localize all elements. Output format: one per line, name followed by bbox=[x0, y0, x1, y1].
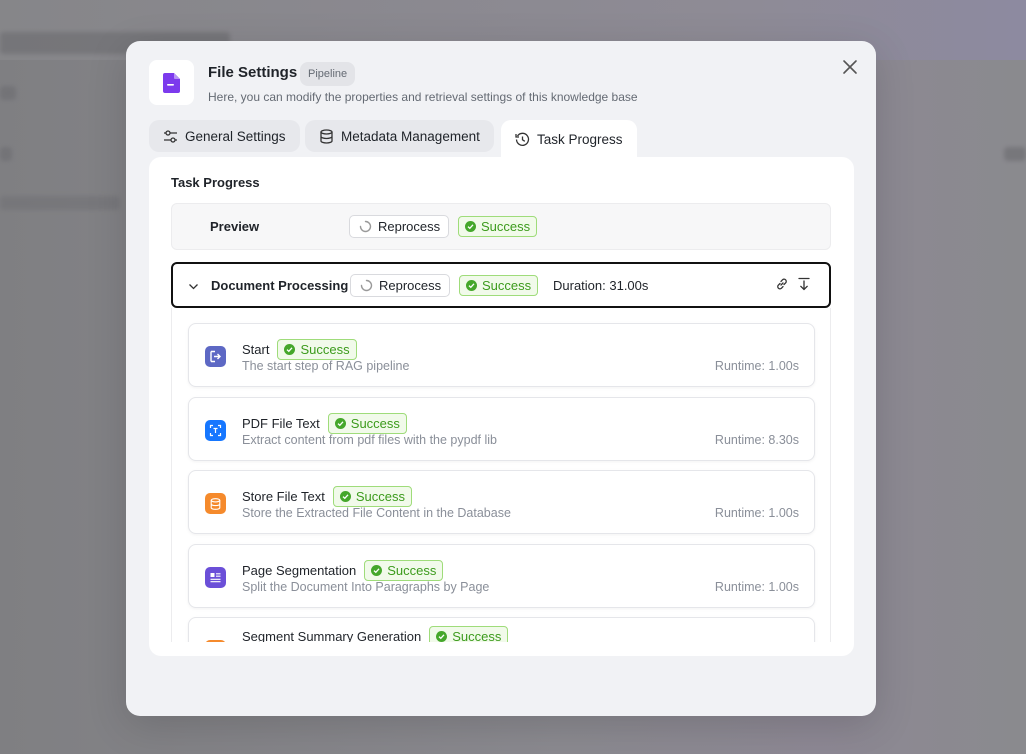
step-description: The start step of RAG pipeline bbox=[242, 359, 410, 373]
check-circle-icon bbox=[371, 565, 383, 576]
step-description: Split the Document Into Paragraphs by Pa… bbox=[242, 580, 490, 594]
document-processing-row[interactable]: Document Processing Reprocess Success Du… bbox=[171, 262, 831, 308]
step-description: Extract content from pdf files with the … bbox=[242, 433, 497, 447]
step-runtime: Runtime: 1.00s bbox=[714, 506, 799, 520]
history-icon bbox=[515, 132, 530, 146]
step-card: Segment Summary Generation Success bbox=[188, 617, 815, 642]
file-icon bbox=[149, 60, 194, 105]
step-name: PDF File Text bbox=[242, 416, 320, 431]
status-badge: Success bbox=[459, 274, 539, 296]
duration-text: Duration: 31.00s bbox=[553, 277, 649, 293]
reprocess-button[interactable]: Reprocess bbox=[349, 215, 450, 238]
check-circle-icon bbox=[284, 344, 296, 355]
tab-general-settings[interactable]: General Settings bbox=[149, 120, 300, 152]
document-processing-label: Document Processing bbox=[211, 277, 349, 293]
step-name: Segment Summary Generation bbox=[242, 629, 422, 642]
status-badge: Success bbox=[458, 216, 538, 237]
status-badge: Success bbox=[429, 626, 509, 642]
download-icon[interactable] bbox=[797, 277, 811, 296]
tab-metadata-management[interactable]: Metadata Management bbox=[305, 120, 494, 152]
step-runtime: Runtime: 8.30s bbox=[714, 433, 799, 447]
step-name: Start bbox=[242, 342, 270, 357]
check-circle-icon bbox=[334, 418, 346, 429]
close-icon[interactable] bbox=[840, 57, 860, 77]
step-runtime: Runtime: 1.00s bbox=[714, 580, 799, 594]
status-badge: Success bbox=[327, 413, 407, 434]
chevron-down-icon[interactable] bbox=[188, 279, 199, 297]
text-extract-icon bbox=[205, 420, 226, 441]
step-runtime: Runtime: 1.00s bbox=[714, 359, 799, 373]
step-card: Store File Text Success Store the Extrac… bbox=[188, 470, 815, 534]
check-circle-icon bbox=[465, 221, 476, 232]
database-icon bbox=[320, 128, 333, 144]
link-icon[interactable] bbox=[775, 277, 789, 296]
preview-label: Preview bbox=[210, 219, 260, 234]
tab-task-progress[interactable]: Task Progress bbox=[501, 120, 637, 158]
dialog-subtitle: Here, you can modify the properties and … bbox=[208, 90, 638, 104]
reload-icon bbox=[360, 279, 373, 291]
tab-label: Task Progress bbox=[537, 131, 623, 147]
summary-icon bbox=[205, 640, 226, 642]
tab-label: General Settings bbox=[185, 128, 286, 144]
tab-label: Metadata Management bbox=[341, 128, 480, 144]
file-settings-dialog: File Settings Pipeline Here, you can mod… bbox=[126, 41, 876, 716]
dialog-title: File Settings bbox=[208, 64, 298, 81]
panel-title: Task Progress bbox=[171, 175, 260, 190]
step-card: Start Success The start step of RAG pipe… bbox=[188, 323, 815, 387]
step-description: Store the Extracted File Content in the … bbox=[242, 506, 511, 520]
start-icon bbox=[205, 346, 226, 367]
step-list: Start Success The start step of RAG pipe… bbox=[171, 308, 831, 642]
step-name: Store File Text bbox=[242, 489, 325, 504]
status-badge: Success bbox=[277, 339, 357, 360]
sliders-icon bbox=[164, 129, 177, 143]
reload-icon bbox=[359, 220, 372, 233]
task-progress-panel: Task Progress Preview Reprocess Success … bbox=[149, 157, 854, 656]
check-circle-icon bbox=[339, 491, 351, 502]
check-circle-icon bbox=[466, 279, 477, 291]
check-circle-icon bbox=[436, 631, 448, 642]
status-badge: Success bbox=[364, 560, 444, 581]
step-card: PDF File Text Success Extract content fr… bbox=[188, 397, 815, 461]
status-badge: Success bbox=[332, 486, 412, 507]
step-card: Page Segmentation Success Split the Docu… bbox=[188, 544, 815, 608]
preview-row: Preview Reprocess Success bbox=[171, 203, 831, 250]
reprocess-button[interactable]: Reprocess bbox=[350, 273, 451, 297]
database-icon bbox=[205, 493, 226, 514]
segment-icon bbox=[205, 567, 226, 588]
step-name: Page Segmentation bbox=[242, 563, 357, 578]
pipeline-badge: Pipeline bbox=[300, 62, 356, 86]
